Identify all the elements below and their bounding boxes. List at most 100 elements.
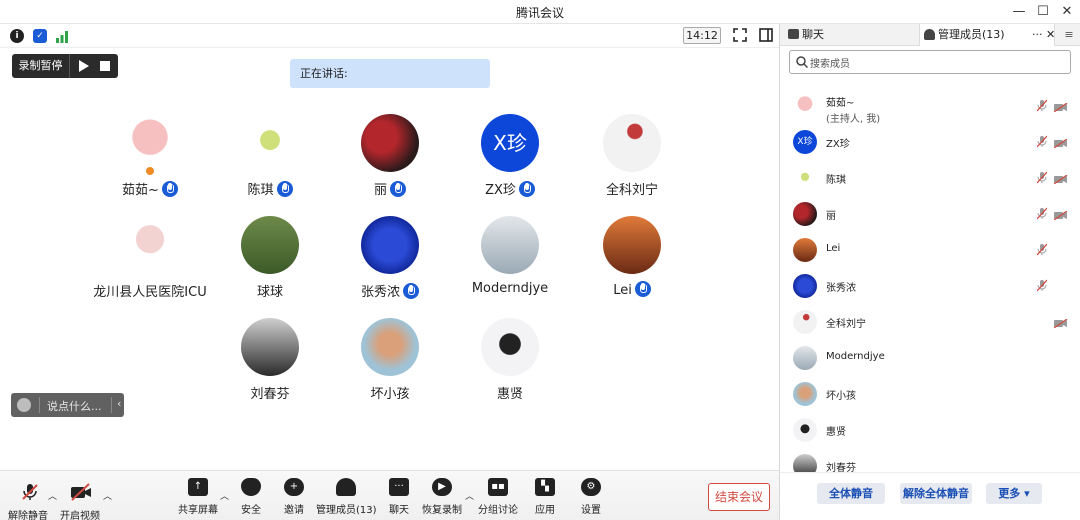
participant-name-row: 刘春芬 [205, 383, 335, 402]
settings-label: 设置 [581, 505, 601, 516]
camera-off-icon[interactable] [1053, 317, 1068, 329]
search-placeholder: 搜索成员 [810, 59, 850, 70]
participant-avatar: X珍 [481, 114, 539, 172]
security-shield-icon [241, 478, 261, 496]
member-search-input[interactable]: 搜索成员 [789, 50, 1071, 74]
divider [111, 397, 112, 413]
member-avatar [793, 310, 817, 334]
camera-off-icon[interactable] [1053, 173, 1068, 185]
participant-tile[interactable]: 陈琪 [205, 114, 335, 214]
mic-muted-icon[interactable] [1036, 135, 1048, 148]
participant-avatar [603, 216, 661, 274]
member-row[interactable]: 陈琪 [780, 160, 1080, 196]
participant-tile[interactable]: X珍 ZX珍 [445, 114, 575, 214]
chat-quick-input[interactable]: 说点什么... ‹ [11, 393, 124, 417]
member-avatar [793, 166, 817, 190]
participant-tile[interactable]: 龙川县人民医院ICU [85, 216, 215, 316]
play-icon[interactable] [78, 60, 90, 72]
signal-icon[interactable] [55, 29, 69, 43]
participant-avatar [121, 216, 179, 274]
info-icon[interactable]: i [10, 29, 24, 43]
member-row[interactable]: 张秀浓 [780, 268, 1080, 304]
invite-button[interactable]: + 邀请 [264, 478, 324, 518]
participant-name: 陈琪 [247, 183, 274, 198]
member-avatar [793, 418, 817, 442]
end-meeting-button[interactable]: 结束会议 [708, 483, 770, 511]
tab-chat-label: 聊天 [802, 28, 824, 41]
gear-icon: ⚙ [581, 478, 601, 496]
resume-recording-label: 恢复录制 [422, 505, 462, 516]
close-button[interactable]: ✕ [1056, 2, 1078, 22]
more-button[interactable]: 更多 ▾ [986, 483, 1042, 504]
participant-name-row: 龙川县人民医院ICU [85, 281, 215, 300]
chat-bubble-icon: ··· [389, 478, 409, 496]
member-row[interactable]: 茹茹~ (主持人, 我) [780, 88, 1080, 125]
participant-name-row: 茹茹~ [85, 179, 215, 198]
camera-off-icon[interactable] [1053, 209, 1068, 221]
participant-tile[interactable]: 茹茹~ [85, 114, 215, 214]
participant-tile[interactable]: Moderndjye [445, 216, 575, 316]
resume-recording-button[interactable]: ▶ 恢复录制 [412, 478, 472, 518]
participant-tile[interactable]: 丽 [325, 114, 455, 214]
participant-tile[interactable]: Lei [567, 216, 697, 316]
camera-off-icon[interactable] [1053, 137, 1068, 149]
member-avatar [793, 238, 817, 262]
member-row[interactable]: 全科刘宁 [780, 304, 1080, 340]
participant-tile[interactable]: 刘春芬 [205, 318, 335, 418]
mic-muted-icon[interactable] [1036, 99, 1048, 112]
more-options-icon[interactable]: ··· [1032, 24, 1043, 46]
mic-muted-icon[interactable] [1036, 279, 1048, 292]
video-options-chevron-icon[interactable]: ︿ [103, 489, 112, 502]
member-row[interactable]: Moderndjye [780, 340, 1080, 376]
collapse-chevron-icon[interactable]: ‹ [117, 397, 121, 410]
participant-name-row: 丽 [325, 179, 455, 198]
participant-name-row: 球球 [205, 281, 335, 300]
panel-menu-icon[interactable]: ≡ [1061, 24, 1077, 46]
minimize-button[interactable]: — [1008, 2, 1030, 22]
manage-members-button[interactable]: 管理成员(13) [316, 478, 377, 518]
member-name: 全科刘宁 [826, 319, 866, 330]
stop-icon[interactable] [100, 61, 110, 71]
close-tab-icon[interactable]: ✕ [1046, 24, 1055, 46]
participant-name: 球球 [256, 285, 283, 300]
participant-tile[interactable]: 球球 [205, 216, 335, 316]
participant-name: 刘春芬 [250, 387, 290, 402]
participant-tile[interactable]: 张秀浓 [325, 216, 455, 316]
member-row[interactable]: 惠贤 [780, 412, 1080, 448]
member-name: 坏小孩 [826, 391, 856, 402]
start-video-button[interactable]: 开启视频 [50, 478, 110, 520]
shield-icon[interactable]: ✓ [33, 29, 47, 43]
mic-icon [276, 181, 293, 197]
maximize-button[interactable]: ☐ [1032, 2, 1054, 22]
member-name: Lei [826, 243, 841, 254]
member-name: 惠贤 [826, 427, 846, 438]
participant-tile[interactable]: 全科刘宁 [567, 114, 697, 214]
member-row[interactable]: 坏小孩 [780, 376, 1080, 412]
member-name: ZX珍 [826, 139, 850, 150]
participant-avatar [361, 318, 419, 376]
mic-muted-icon[interactable] [1036, 171, 1048, 184]
chat-tab-icon [788, 29, 799, 39]
mute-all-button[interactable]: 全体静音 [817, 483, 885, 504]
member-row[interactable]: 丽 [780, 196, 1080, 232]
settings-button[interactable]: ⚙ 设置 [561, 478, 621, 518]
member-name: 丽 [826, 211, 836, 222]
recording-status: 录制暂停 [12, 54, 70, 78]
share-screen-button[interactable]: ↑ 共享屏幕 [168, 478, 228, 518]
sidebar-toggle-icon[interactable] [759, 28, 773, 42]
unmute-all-button[interactable]: 解除全体静音 [900, 483, 972, 504]
tab-members[interactable]: 管理成员(13) ··· ✕ [919, 24, 1055, 46]
participant-name-row: ZX珍 [445, 179, 575, 198]
mic-muted-icon[interactable] [1036, 207, 1048, 220]
mic-muted-icon[interactable] [1036, 243, 1048, 256]
fullscreen-icon[interactable] [733, 28, 747, 42]
tab-chat[interactable]: 聊天 [784, 24, 916, 46]
member-row[interactable]: Lei [780, 232, 1080, 268]
emoji-icon[interactable] [17, 398, 31, 412]
participant-tile[interactable]: 坏小孩 [325, 318, 455, 418]
member-row[interactable]: X珍 ZX珍 [780, 124, 1080, 160]
mic-icon [161, 181, 178, 197]
participant-name-row: Moderndjye [445, 281, 575, 296]
participant-tile[interactable]: 惠贤 [445, 318, 575, 418]
camera-off-icon[interactable] [1053, 101, 1068, 113]
